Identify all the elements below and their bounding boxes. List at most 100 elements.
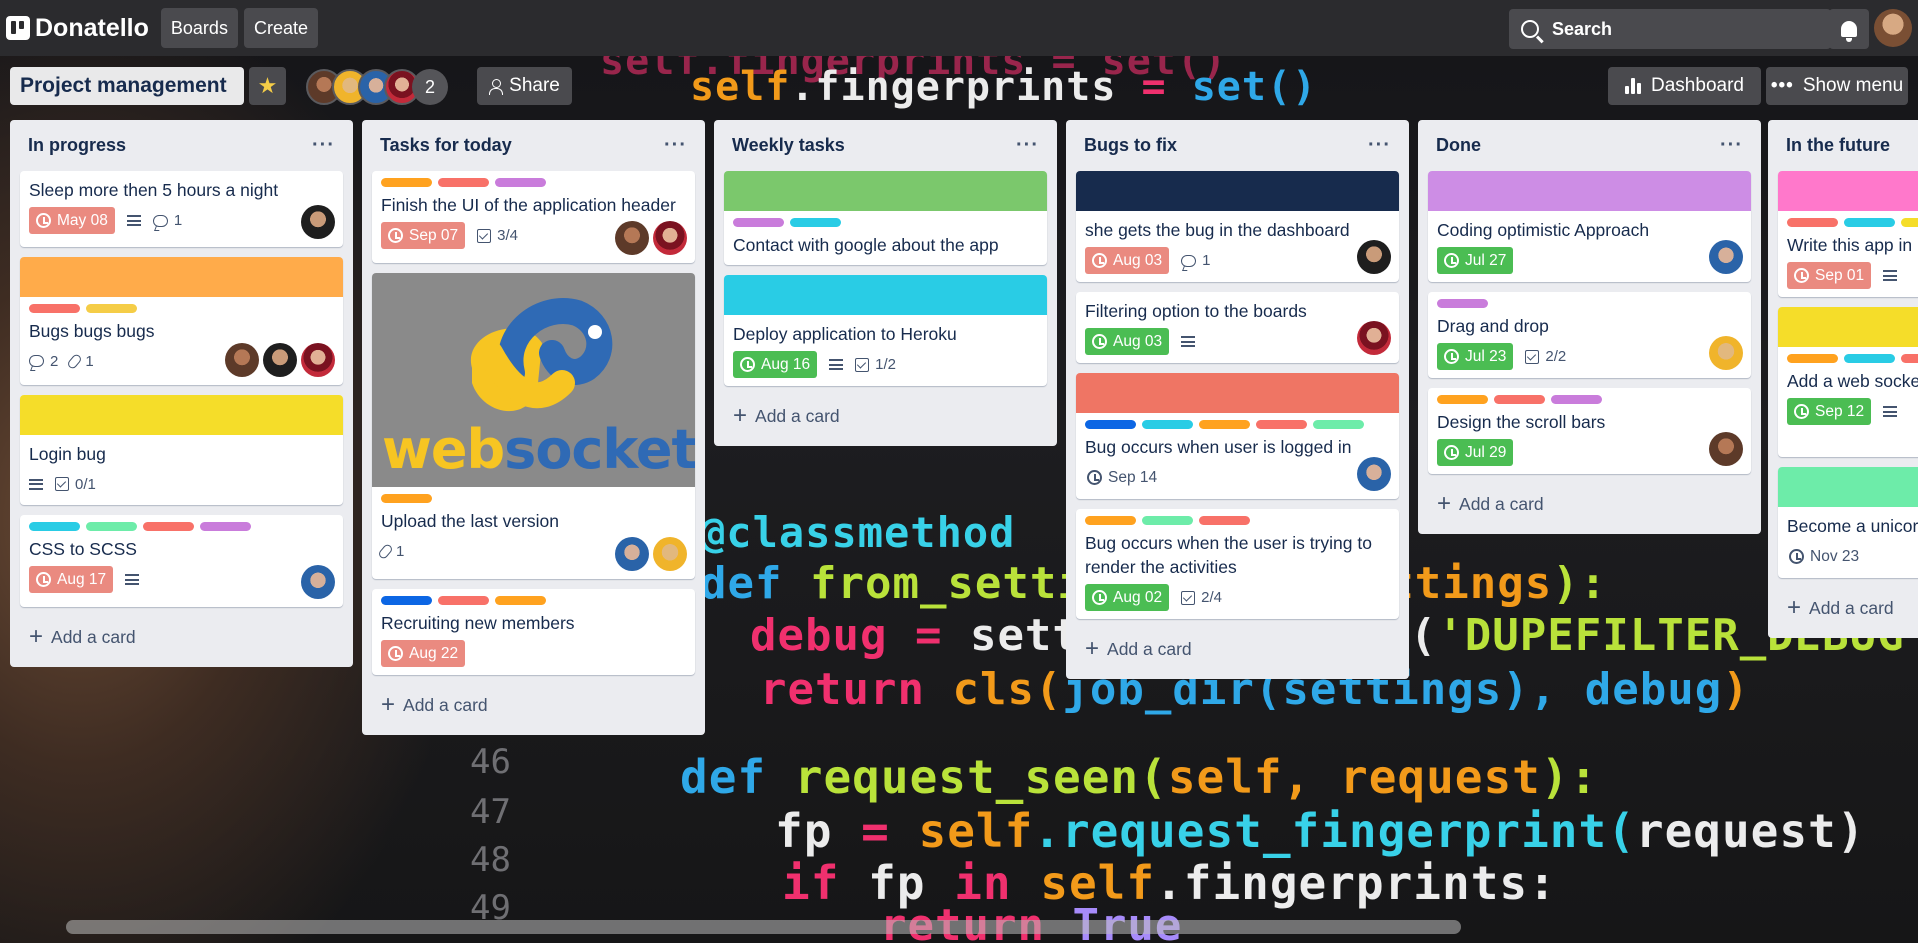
card-member-avatar[interactable] <box>301 205 335 239</box>
card-label[interactable] <box>1313 420 1364 429</box>
card[interactable]: Become a unicor Nov 23 <box>1778 467 1918 578</box>
card-label[interactable] <box>1256 420 1307 429</box>
card[interactable]: Write this app in Sep 01 <box>1778 171 1918 297</box>
list-title[interactable]: Weekly tasks <box>732 135 845 156</box>
card-label[interactable] <box>1437 395 1488 404</box>
card-member-avatar[interactable] <box>653 537 687 571</box>
due-date-badge[interactable]: Aug 17 <box>29 566 114 593</box>
list-title[interactable]: In the future <box>1786 135 1890 156</box>
card-member-avatar[interactable] <box>1709 240 1743 274</box>
card-label[interactable] <box>1437 299 1488 308</box>
card-member-avatar[interactable] <box>615 221 649 255</box>
board-members[interactable]: 2 <box>306 69 448 105</box>
card[interactable]: Login bug 0/1 <box>20 395 343 505</box>
due-date-badge[interactable]: Aug 03 <box>1085 328 1170 355</box>
board-title[interactable]: Project management <box>10 67 244 105</box>
card[interactable]: Recruiting new members Aug 22 <box>372 589 695 675</box>
card[interactable]: Contact with google about the app <box>724 171 1047 265</box>
search-input[interactable]: Search <box>1509 9 1831 49</box>
due-date-badge[interactable]: Sep 12 <box>1787 398 1872 425</box>
notifications-button[interactable] <box>1829 9 1869 49</box>
card[interactable]: websockets Upload the last version 1 <box>372 273 695 579</box>
due-date-badge[interactable]: Sep 14 <box>1085 464 1159 491</box>
card[interactable]: Coding optimistic Approach Jul 27 <box>1428 171 1751 282</box>
card-label[interactable] <box>381 596 432 605</box>
dashboard-button[interactable]: Dashboard <box>1608 67 1761 105</box>
add-card-button[interactable]: + Add a card <box>1778 588 1918 628</box>
list-menu-icon[interactable]: ··· <box>1720 134 1743 157</box>
card-label[interactable] <box>1199 516 1250 525</box>
list-title[interactable]: Done <box>1436 135 1481 156</box>
card-label[interactable] <box>200 522 251 531</box>
list-title[interactable]: In progress <box>28 135 126 156</box>
card-label[interactable] <box>1844 354 1895 363</box>
card-member-avatar[interactable] <box>615 537 649 571</box>
due-date-badge[interactable]: May 08 <box>29 207 115 234</box>
due-date-badge[interactable]: Aug 22 <box>381 640 466 667</box>
due-date-badge[interactable]: Sep 01 <box>1787 262 1872 289</box>
list-header[interactable]: Tasks for today ··· <box>372 120 695 171</box>
share-button[interactable]: Share <box>477 67 572 105</box>
due-date-badge[interactable]: Sep 07 <box>381 222 466 249</box>
card-label[interactable] <box>1787 354 1838 363</box>
card-member-avatar[interactable] <box>301 343 335 377</box>
card[interactable]: she gets the bug in the dashboard Aug 03… <box>1076 171 1399 282</box>
card[interactable]: Bugs bugs bugs 2 1 <box>20 257 343 385</box>
card-label[interactable] <box>29 522 80 531</box>
star-board-button[interactable]: ★ <box>249 67 286 105</box>
card-label[interactable] <box>381 178 432 187</box>
card-label[interactable] <box>1787 218 1838 227</box>
card-member-avatar[interactable] <box>1357 321 1391 355</box>
card-label[interactable] <box>1901 354 1918 363</box>
list-header[interactable]: In progress ··· <box>20 120 343 171</box>
card[interactable]: Bug occurs when user is logged in Sep 14 <box>1076 373 1399 499</box>
due-date-badge[interactable]: Jul 27 <box>1437 247 1514 274</box>
card-label[interactable] <box>86 304 137 313</box>
card-member-avatar[interactable] <box>263 343 297 377</box>
card-member-avatar[interactable] <box>1709 336 1743 370</box>
list-menu-icon[interactable]: ··· <box>1368 134 1391 157</box>
list-menu-icon[interactable]: ··· <box>1016 134 1039 157</box>
card-label[interactable] <box>495 178 546 187</box>
card-label[interactable] <box>1551 395 1602 404</box>
card-label[interactable] <box>143 522 194 531</box>
card-label[interactable] <box>1199 420 1250 429</box>
card[interactable]: Finish the UI of the application header … <box>372 171 695 263</box>
card[interactable]: Drag and drop Jul 23 2/2 <box>1428 292 1751 378</box>
card-label[interactable] <box>381 494 432 503</box>
card-label[interactable] <box>29 304 80 313</box>
card-member-avatar[interactable] <box>1357 240 1391 274</box>
add-card-button[interactable]: + Add a card <box>372 685 695 725</box>
card[interactable]: Deploy application to Heroku Aug 16 1/2 <box>724 275 1047 386</box>
add-card-button[interactable]: + Add a card <box>724 396 1047 436</box>
due-date-badge[interactable]: Jul 29 <box>1437 439 1514 466</box>
card-member-avatar[interactable] <box>301 565 335 599</box>
member-overflow-count[interactable]: 2 <box>412 69 448 105</box>
due-date-badge[interactable]: Nov 23 <box>1787 543 1861 570</box>
list-menu-icon[interactable]: ··· <box>664 134 687 157</box>
card-label[interactable] <box>1901 218 1918 227</box>
list-menu-icon[interactable]: ··· <box>312 134 335 157</box>
card[interactable]: Add a web socke Sep 12 <box>1778 307 1918 457</box>
list-header[interactable]: In the future <box>1778 120 1918 171</box>
card-label[interactable] <box>1142 420 1193 429</box>
list-header[interactable]: Weekly tasks ··· <box>724 120 1047 171</box>
due-date-badge[interactable]: Aug 03 <box>1085 247 1170 274</box>
show-menu-button[interactable]: ••• Show menu <box>1766 67 1908 105</box>
list-header[interactable]: Done ··· <box>1428 120 1751 171</box>
create-button[interactable]: Create <box>243 8 318 48</box>
card-label[interactable] <box>438 178 489 187</box>
card-member-avatar[interactable] <box>653 221 687 255</box>
card-member-avatar[interactable] <box>1357 457 1391 491</box>
card-label[interactable] <box>1142 516 1193 525</box>
card-label[interactable] <box>1085 516 1136 525</box>
add-card-button[interactable]: + Add a card <box>1076 629 1399 669</box>
boards-button[interactable]: Boards <box>160 8 238 48</box>
due-date-badge[interactable]: Jul 23 <box>1437 343 1514 370</box>
card-label[interactable] <box>86 522 137 531</box>
card-label[interactable] <box>790 218 841 227</box>
card-label[interactable] <box>733 218 784 227</box>
card-label[interactable] <box>495 596 546 605</box>
user-avatar[interactable] <box>1874 9 1912 47</box>
list-header[interactable]: Bugs to fix ··· <box>1076 120 1399 171</box>
